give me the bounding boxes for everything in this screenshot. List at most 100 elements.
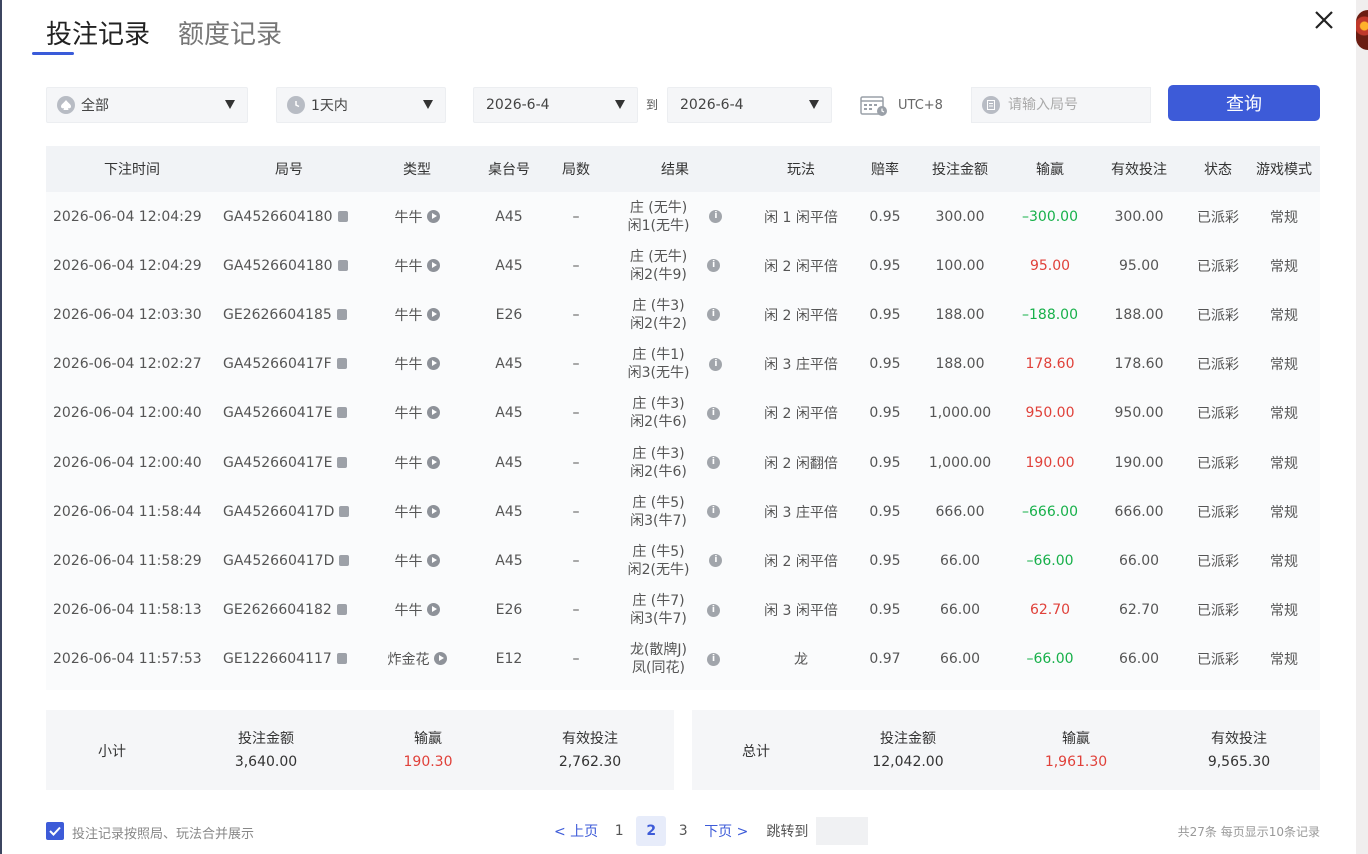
bet-amount: 66.00 [939,651,981,668]
window-edge-right [1356,0,1368,854]
result-player: 闲3(牛7) [630,611,687,628]
result-banker: 龙(散牌J) [629,642,688,659]
period-filter-select[interactable]: 1天内 [276,87,446,123]
table-row: 2026-06-04 12:03:30 GE2626604185 牛牛 E26 … [46,290,1320,339]
round-count: – [572,454,580,471]
round-search-field[interactable] [971,87,1151,123]
replay-icon[interactable] [426,357,440,371]
play-type: 闲 2 闲平倍 [764,307,838,324]
copy-icon[interactable] [339,505,350,517]
copy-icon[interactable] [337,407,348,419]
round-count: – [572,405,580,422]
game-type-cell: 牛牛 [360,340,474,389]
col-odds-header: 赔率 [871,162,899,178]
subtotal-win-label: 输赢 [414,731,442,747]
total-win: 输赢 1,961.30 [1016,728,1136,770]
jump-to-page-input[interactable] [816,817,869,845]
bet-amount: 188.00 [935,356,985,373]
copy-icon[interactable] [337,210,348,222]
col-valid-header: 有效投注 [1111,162,1167,178]
timezone-label: UTC+8 [898,98,943,113]
game-type: 牛牛 [394,603,423,620]
replay-icon[interactable] [426,406,440,420]
page-number-1[interactable]: 1 [604,816,634,846]
valid-bet: 666.00 [1114,503,1164,520]
tab-credit-records[interactable]: 额度记录 [178,16,282,54]
info-icon[interactable]: i [707,652,721,666]
info-icon[interactable]: i [706,308,720,322]
table-row: 2026-06-04 12:00:40 GA452660417E 牛牛 A45 … [46,389,1320,438]
next-page-link[interactable]: 下页 > [704,821,748,841]
win-loss: –188.00 [1022,306,1078,323]
info-icon[interactable]: i [706,406,720,420]
round-count: – [572,208,580,225]
copy-icon[interactable] [336,308,347,320]
bet-time: 2026-06-04 12:00:40 [53,454,202,471]
info-icon[interactable]: i [706,456,720,470]
col-table-header: 桌台号 [488,162,530,178]
copy-icon[interactable] [336,604,347,616]
info-icon[interactable]: i [706,603,720,617]
bet-amount: 300.00 [935,208,985,225]
total-valid-value: 9,565.30 [1207,754,1271,770]
game-type: 牛牛 [394,406,423,423]
info-icon[interactable]: i [706,505,720,519]
window-edge-left [0,0,2,854]
merge-display-checkbox[interactable] [46,822,64,840]
subtotal-panel: 小计 投注金额 3,640.00 输赢 190.30 有效投注 2,762.30 [46,710,674,790]
replay-icon[interactable] [426,504,440,518]
chevron-down-icon [615,100,625,109]
copy-icon[interactable] [336,358,347,370]
info-icon[interactable]: i [709,357,723,371]
copy-icon[interactable] [339,554,350,566]
calendar-timezone-icon[interactable] [860,95,888,117]
replay-icon[interactable] [426,258,440,272]
copy-icon[interactable] [336,653,347,665]
game-filter-select[interactable]: 全部 [46,87,248,123]
info-icon[interactable]: i [709,210,723,224]
bet-time: 2026-06-04 12:03:30 [53,306,202,323]
date-to-select[interactable]: 2026-6-4 [667,87,832,123]
col-status-header: 状态 [1204,162,1232,178]
subtotal-valid-label: 有效投注 [562,731,618,747]
chevron-down-icon [423,100,433,109]
round-search-input[interactable] [1008,97,1148,113]
close-icon[interactable] [1310,6,1338,34]
odds: 0.95 [869,306,901,323]
round-id: GA452660417D [223,552,335,569]
win-loss: 950.00 [1025,405,1075,422]
table-id: A45 [495,208,523,225]
result-banker: 庄 (无牛) [629,248,688,265]
replay-icon[interactable] [426,603,440,617]
game-mode: 常规 [1270,357,1298,374]
tab-bet-records[interactable]: 投注记录 [46,16,150,54]
result-banker: 庄 (无牛) [629,199,688,216]
copy-icon[interactable] [337,259,348,271]
page-number-2[interactable]: 2 [636,816,667,846]
info-icon[interactable]: i [709,554,723,568]
replay-icon[interactable] [426,307,440,321]
replay-icon[interactable] [426,553,440,567]
result-banker: 庄 (牛5) [632,543,685,560]
info-icon[interactable]: i [707,259,721,273]
bet-amount: 188.00 [935,306,985,323]
bet-amount: 666.00 [935,503,985,520]
query-button[interactable]: 查询 [1168,85,1320,121]
play-type: 闲 2 闲翻倍 [764,455,838,472]
replay-icon[interactable] [433,652,447,666]
page-number-3[interactable]: 3 [668,816,698,846]
result-player: 闲2(牛6) [630,463,687,480]
round-id: GA452660417E [223,454,333,471]
replay-icon[interactable] [426,455,440,469]
game-mode: 常规 [1270,455,1298,472]
pagination-info: 共27条 每页显示10条记录 [1177,825,1320,839]
prev-page-link[interactable]: < 上页 [554,821,598,841]
subtotal-win-value: 190.30 [403,754,453,770]
date-from-select[interactable]: 2026-6-4 [473,87,638,123]
copy-icon[interactable] [337,456,348,468]
table-id: E26 [495,306,523,323]
result-banker: 庄 (牛7) [632,593,685,610]
replay-icon[interactable] [426,209,440,223]
status: 已派彩 [1197,406,1239,423]
win-loss: –66.00 [1026,552,1074,569]
